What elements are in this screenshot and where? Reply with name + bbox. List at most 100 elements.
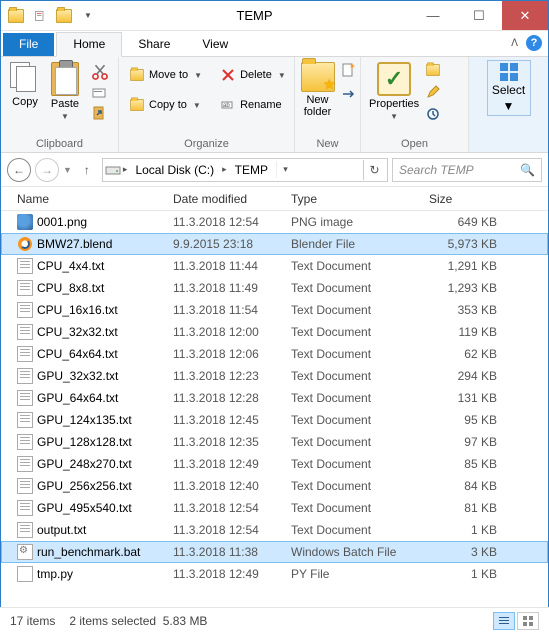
status-selection: 2 items selected 5.83 MB bbox=[69, 614, 207, 628]
file-row[interactable]: CPU_64x64.txt11.3.2018 12:06Text Documen… bbox=[1, 343, 548, 365]
breadcrumb-folder[interactable]: TEMP bbox=[229, 161, 274, 179]
file-date: 11.3.2018 12:54 bbox=[167, 215, 285, 229]
history-dropdown-icon[interactable]: ▼ bbox=[63, 165, 72, 175]
address-bar[interactable]: ▸ Local Disk (C:) ▸ TEMP ▾ ↻ bbox=[102, 158, 388, 182]
file-name: 0001.png bbox=[37, 215, 87, 229]
rename-button[interactable]: abRename bbox=[216, 96, 290, 114]
file-row[interactable]: BMW27.blend9.9.2015 23:18Blender File5,9… bbox=[1, 233, 548, 255]
move-to-button[interactable]: Move to▼ bbox=[125, 66, 206, 84]
window-buttons: — ☐ ✕ bbox=[410, 1, 548, 30]
file-row[interactable]: run_benchmark.bat11.3.2018 11:38Windows … bbox=[1, 541, 548, 563]
up-button[interactable]: ↑ bbox=[76, 159, 98, 181]
qat-newfolder-icon[interactable] bbox=[53, 5, 75, 27]
file-date: 11.3.2018 12:23 bbox=[167, 369, 285, 383]
qat-dropdown-icon[interactable]: ▼ bbox=[77, 5, 99, 27]
file-row[interactable]: CPU_8x8.txt11.3.2018 11:49Text Document1… bbox=[1, 277, 548, 299]
file-size: 294 KB bbox=[423, 369, 503, 383]
paste-shortcut-button[interactable] bbox=[87, 104, 113, 122]
delete-icon bbox=[220, 67, 236, 83]
file-size: 353 KB bbox=[423, 303, 503, 317]
properties-button[interactable]: ✓ Properties ▼ bbox=[365, 60, 423, 123]
chevron-right-icon[interactable]: ▸ bbox=[222, 164, 227, 175]
select-button[interactable]: Select ▼ bbox=[487, 60, 531, 116]
file-type: Text Document bbox=[285, 369, 423, 383]
file-row[interactable]: GPU_128x128.txt11.3.2018 12:35Text Docum… bbox=[1, 431, 548, 453]
qat-properties-icon[interactable] bbox=[29, 5, 51, 27]
forward-button[interactable]: → bbox=[35, 158, 59, 182]
address-dropdown-icon[interactable]: ▾ bbox=[276, 161, 294, 178]
column-type[interactable]: Type bbox=[285, 188, 423, 210]
copy-to-button[interactable]: Copy to▼ bbox=[125, 96, 206, 114]
file-icon bbox=[17, 346, 33, 362]
file-row[interactable]: GPU_248x270.txt11.3.2018 12:49Text Docum… bbox=[1, 453, 548, 475]
file-name: CPU_64x64.txt bbox=[37, 347, 118, 361]
file-row[interactable]: output.txt11.3.2018 12:54Text Document1 … bbox=[1, 519, 548, 541]
properties-icon: ✓ bbox=[377, 62, 411, 96]
maximize-button[interactable]: ☐ bbox=[456, 1, 502, 30]
refresh-button[interactable]: ↻ bbox=[363, 160, 385, 180]
new-folder-button[interactable]: Newfolder bbox=[298, 60, 338, 120]
back-button[interactable]: ← bbox=[7, 158, 31, 182]
window-title: TEMP bbox=[99, 8, 410, 23]
paste-button[interactable]: Paste ▼ bbox=[45, 60, 85, 123]
minimize-button[interactable]: — bbox=[410, 1, 456, 30]
tab-view[interactable]: View bbox=[186, 33, 244, 56]
tab-share[interactable]: Share bbox=[122, 33, 186, 56]
ribbon-collapse-icon[interactable]: ᐱ bbox=[511, 38, 518, 49]
file-name: GPU_124x135.txt bbox=[37, 413, 132, 427]
breadcrumb-drive[interactable]: Local Disk (C:) bbox=[129, 161, 220, 179]
view-thumbnails-button[interactable] bbox=[517, 612, 539, 630]
group-new-label: New bbox=[295, 138, 360, 152]
new-item-icon[interactable]: ✶ bbox=[340, 62, 356, 78]
file-row[interactable]: GPU_64x64.txt11.3.2018 12:28Text Documen… bbox=[1, 387, 548, 409]
file-row[interactable]: GPU_124x135.txt11.3.2018 12:45Text Docum… bbox=[1, 409, 548, 431]
close-button[interactable]: ✕ bbox=[502, 1, 548, 30]
file-name: output.txt bbox=[37, 523, 86, 537]
file-row[interactable]: GPU_32x32.txt 11.3.2018 12:23Text Documen… bbox=[1, 365, 548, 387]
file-icon bbox=[17, 390, 33, 406]
file-row[interactable]: CPU_32x32.txt11.3.2018 12:00Text Documen… bbox=[1, 321, 548, 343]
edit-icon[interactable] bbox=[425, 84, 441, 100]
file-list: 0001.png11.3.2018 12:54PNG image649 KBBM… bbox=[1, 211, 548, 585]
file-row[interactable]: GPU_256x256.txt11.3.2018 12:40Text Docum… bbox=[1, 475, 548, 497]
file-type: Text Document bbox=[285, 413, 423, 427]
delete-button[interactable]: Delete▼ bbox=[216, 66, 290, 84]
file-date: 11.3.2018 12:49 bbox=[167, 457, 285, 471]
easy-access-icon[interactable] bbox=[340, 84, 356, 100]
history-icon[interactable] bbox=[425, 106, 441, 122]
search-input[interactable]: Search TEMP 🔍 bbox=[392, 158, 542, 182]
view-details-button[interactable] bbox=[493, 612, 515, 630]
copy-path-icon bbox=[91, 85, 107, 101]
search-icon: 🔍 bbox=[520, 163, 535, 177]
new-folder-icon bbox=[301, 62, 335, 92]
navigation-bar: ← → ▼ ↑ ▸ Local Disk (C:) ▸ TEMP ▾ ↻ Sea… bbox=[1, 153, 548, 187]
file-icon bbox=[17, 214, 33, 230]
file-type: Text Document bbox=[285, 435, 423, 449]
file-row[interactable]: tmp.py11.3.2018 12:49PY File1 KB bbox=[1, 563, 548, 585]
file-size: 1 KB bbox=[423, 567, 503, 581]
tab-home[interactable]: Home bbox=[56, 32, 122, 57]
column-size[interactable]: Size bbox=[423, 188, 503, 210]
file-name: GPU_32x32.txt bbox=[37, 369, 118, 383]
file-name: GPU_256x256.txt bbox=[37, 479, 132, 493]
file-row[interactable]: GPU_495x540.txt11.3.2018 12:54Text Docum… bbox=[1, 497, 548, 519]
file-name: CPU_8x8.txt bbox=[37, 281, 104, 295]
column-date[interactable]: Date modified bbox=[167, 188, 285, 210]
copy-path-button[interactable] bbox=[87, 84, 113, 102]
copy-button[interactable]: Copy bbox=[5, 60, 45, 110]
file-row[interactable]: CPU_16x16.txt11.3.2018 11:54Text Documen… bbox=[1, 299, 548, 321]
file-row[interactable]: CPU_4x4.txt11.3.2018 11:44Text Document1… bbox=[1, 255, 548, 277]
file-date: 11.3.2018 11:54 bbox=[167, 303, 285, 317]
file-date: 11.3.2018 11:49 bbox=[167, 281, 285, 295]
help-icon[interactable]: ? bbox=[526, 35, 542, 51]
file-icon bbox=[17, 258, 33, 274]
column-name[interactable]: Name bbox=[11, 188, 167, 210]
file-icon bbox=[17, 566, 33, 582]
cut-button[interactable] bbox=[87, 62, 113, 82]
file-row[interactable]: 0001.png11.3.2018 12:54PNG image649 KB bbox=[1, 211, 548, 233]
folder-icon bbox=[5, 5, 27, 27]
chevron-right-icon[interactable]: ▸ bbox=[123, 164, 128, 175]
open-icon[interactable] bbox=[425, 62, 441, 78]
file-icon bbox=[17, 522, 33, 538]
tab-file[interactable]: File bbox=[3, 33, 54, 56]
